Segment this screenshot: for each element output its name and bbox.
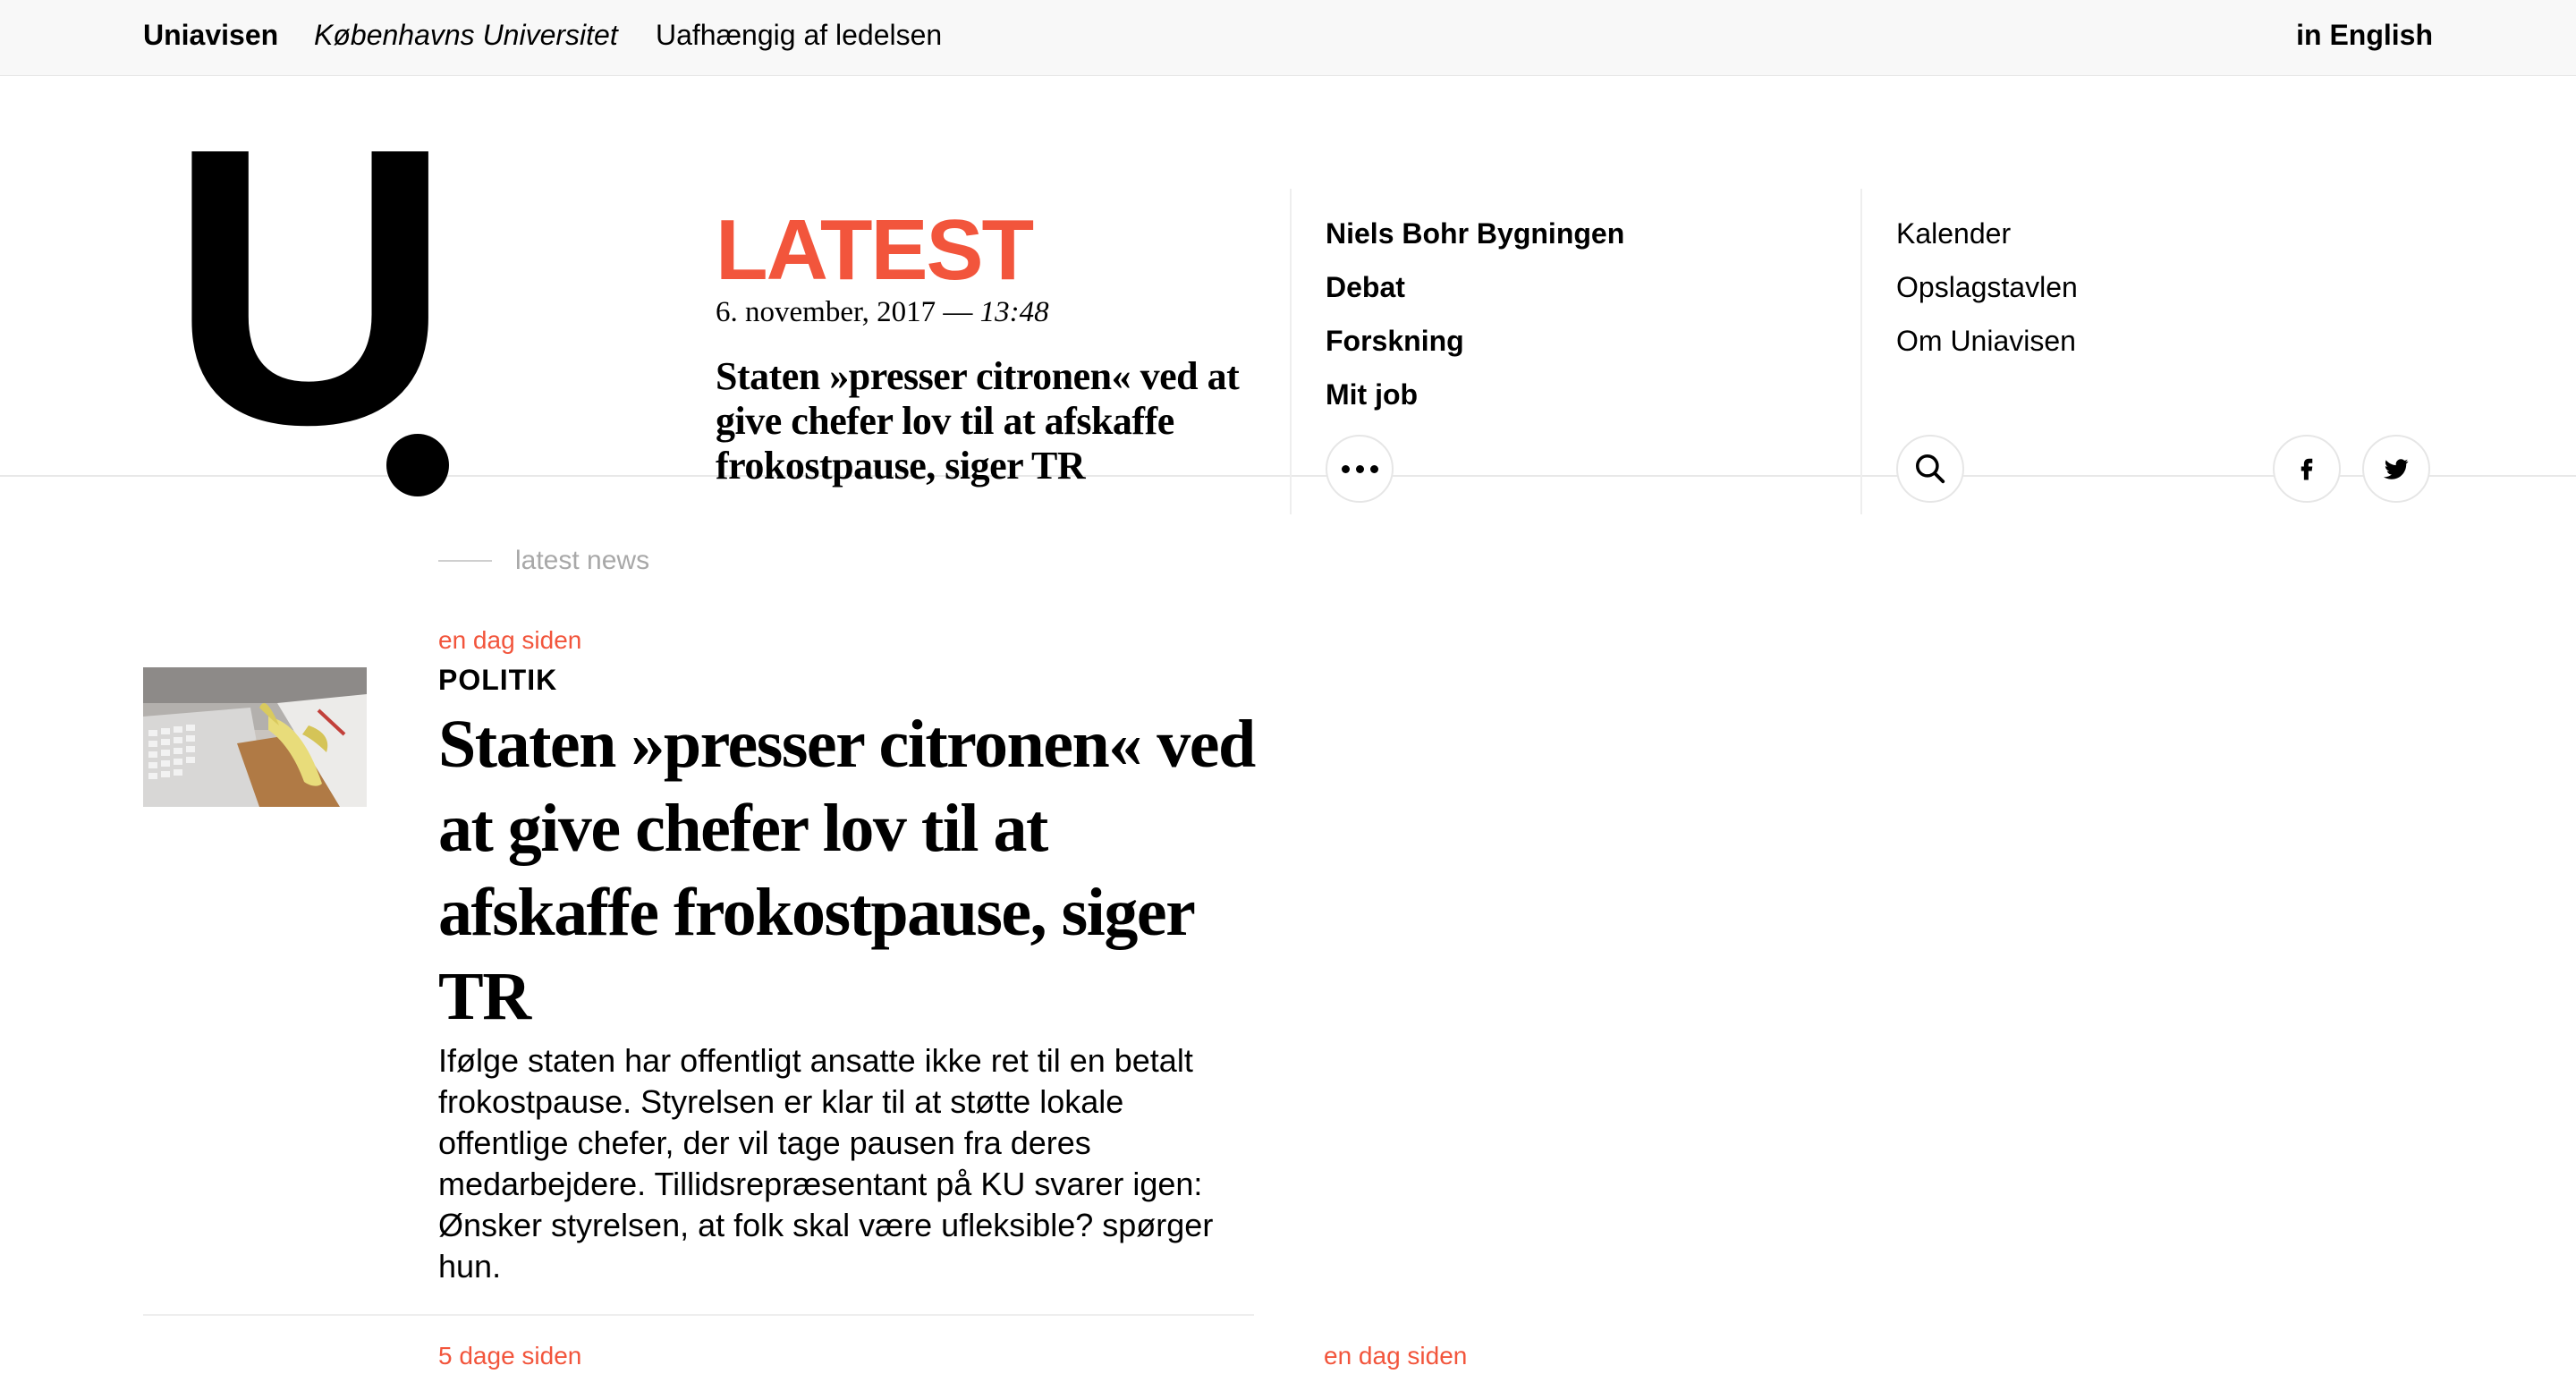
- english-language-link[interactable]: in English: [2296, 19, 2433, 52]
- brand-link[interactable]: Uniavisen: [143, 19, 278, 52]
- nav-divider: [1290, 189, 1292, 514]
- article-time-ago: en dag siden: [438, 626, 582, 654]
- facebook-button[interactable]: [2273, 435, 2341, 503]
- latest-label: LATEST: [716, 202, 1034, 298]
- latest-headline-link[interactable]: Staten »presser citronen« ved at give ch…: [716, 354, 1252, 488]
- latest-time: 13:48: [979, 296, 1049, 328]
- nav-item-kalender[interactable]: Kalender: [1896, 215, 2078, 268]
- independence-tagline: Uafhængig af ledelsen: [656, 19, 943, 51]
- nav-item-om-uniavisen[interactable]: Om Uniavisen: [1896, 322, 2078, 376]
- latest-date: 6. november, 2017 — 13:48: [716, 296, 1252, 329]
- article-divider: [143, 1314, 1254, 1316]
- article-summary: Ifølge staten har offentligt ansatte ikk…: [438, 1042, 1214, 1285]
- search-icon: [1916, 454, 1945, 484]
- nav-item-niels-bohr[interactable]: Niels Bohr Bygningen: [1326, 215, 1624, 268]
- banana-photo-image: [143, 667, 367, 807]
- logo-dot: [386, 434, 449, 496]
- nav-item-mit-job[interactable]: Mit job: [1326, 376, 1624, 429]
- article-headline-link[interactable]: Staten »presser citronen« ved at give ch…: [438, 702, 1261, 1039]
- secondary-nav: Kalender Opslagstavlen Om Uniavisen: [1896, 215, 2078, 376]
- article-category-link[interactable]: POLITIK: [438, 664, 1261, 697]
- top-bar: Uniavisen Københavns Universitet Uafhæng…: [0, 0, 2576, 76]
- section-label-text: latest news: [515, 546, 650, 575]
- more-dots-icon: [1341, 464, 1378, 473]
- twitter-button[interactable]: [2362, 435, 2430, 503]
- section-label: latest news: [438, 546, 649, 576]
- latest-block: LATEST 6. november, 2017 — 13:48 Staten …: [716, 202, 1252, 488]
- article-card: en dag siden POLITIK Staten »presser cit…: [438, 626, 1261, 1287]
- next-article-time-ago: en dag siden: [1324, 1342, 1468, 1370]
- nav-item-forskning[interactable]: Forskning: [1326, 322, 1624, 376]
- nav-item-debat[interactable]: Debat: [1326, 268, 1624, 322]
- latest-date-text: 6. november, 2017 —: [716, 296, 973, 328]
- logo-letter[interactable]: U: [168, 90, 453, 484]
- primary-nav: Niels Bohr Bygningen Debat Forskning Mit…: [1326, 215, 1624, 429]
- more-button[interactable]: [1326, 435, 1394, 503]
- section-label-line: [438, 560, 492, 562]
- nav-item-opslagstavlen[interactable]: Opslagstavlen: [1896, 268, 2078, 322]
- next-article-time-ago: 5 dage siden: [438, 1342, 582, 1370]
- search-button[interactable]: [1896, 435, 1964, 503]
- university-name: Københavns Universitet: [314, 19, 618, 51]
- twitter-icon: [2384, 459, 2409, 479]
- nav-divider: [1860, 189, 1862, 514]
- facebook-icon: [2301, 458, 2313, 480]
- article-thumbnail[interactable]: [143, 667, 367, 807]
- site-header: U LATEST 6. november, 2017 — 13:48 State…: [0, 76, 2576, 514]
